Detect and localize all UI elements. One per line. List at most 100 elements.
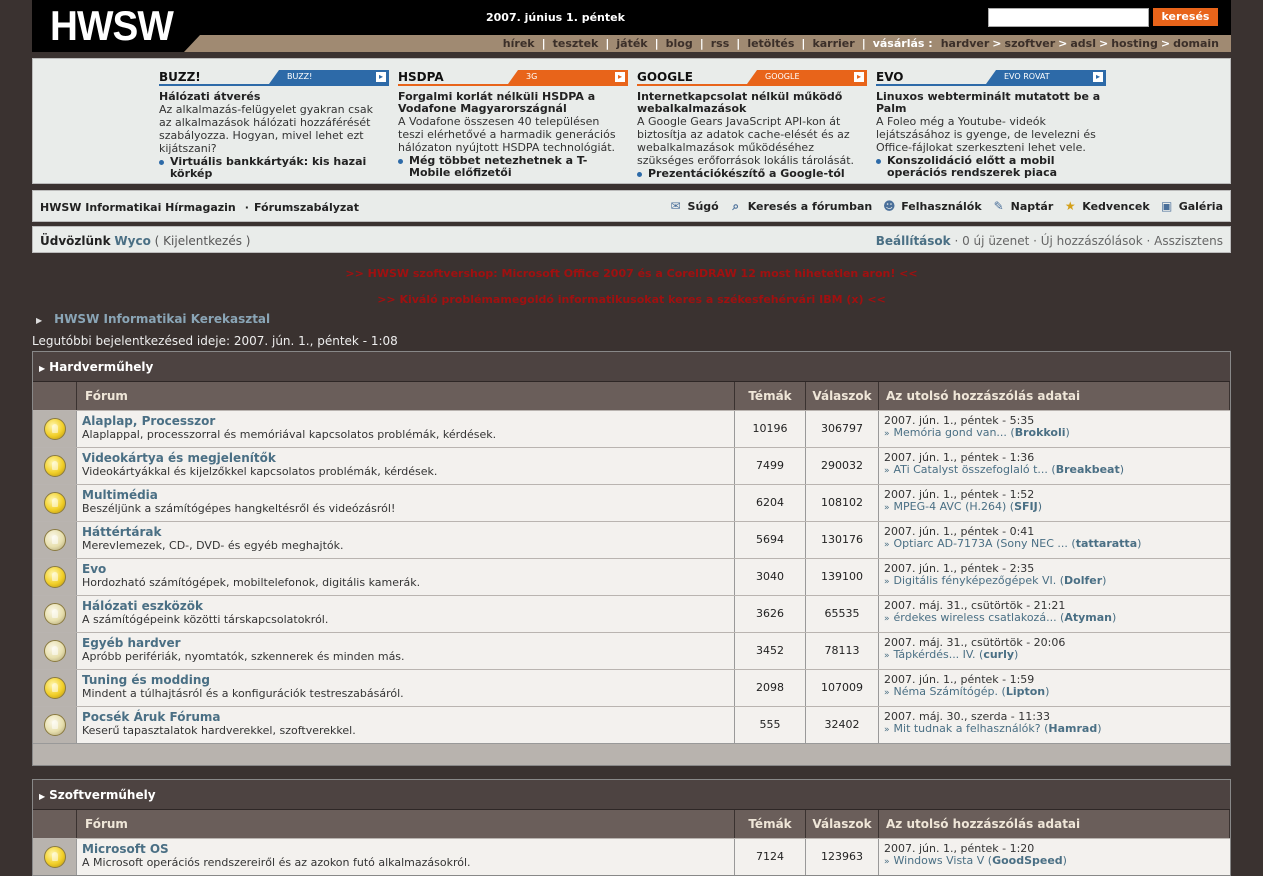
forum-name-link[interactable]: Pocsék Áruk Fóruma xyxy=(82,711,734,724)
news-column-title[interactable]: BUZZ! xyxy=(159,70,201,84)
triangle-icon: ▶ xyxy=(39,792,46,801)
news-headline[interactable]: Linuxos webterminált mutatott be a Palm xyxy=(876,91,1106,115)
shop-link[interactable]: szoftver xyxy=(1005,37,1056,50)
news-column-tag[interactable]: BUZZ! ▸ xyxy=(269,70,389,84)
help-link[interactable]: ✉ Súgó xyxy=(668,199,719,213)
shop-link[interactable]: adsl xyxy=(1070,37,1096,50)
news-column-header: GOOGLE GOOGLE ▸ xyxy=(637,70,867,86)
nav-link[interactable]: hírek xyxy=(503,37,535,50)
forum-description: Videokártyákkal és kijelzőkkel kapcsolat… xyxy=(82,465,438,478)
forum-name-link[interactable]: Háttértárak xyxy=(82,526,734,539)
forum-name-link[interactable]: Videokártya és megjelenítők xyxy=(82,452,734,465)
last-post-user-link[interactable]: Breakbeat xyxy=(1056,463,1120,476)
news-lead: A Google Gears JavaScript API-kon át biz… xyxy=(637,115,855,167)
news-related-link[interactable]: Virtuális bankkártyák: kis hazai körkép xyxy=(159,156,389,180)
nav-link[interactable]: letöltés xyxy=(747,37,794,50)
shop-link[interactable]: hardver xyxy=(941,37,990,50)
double-arrow-icon: » xyxy=(884,577,890,587)
nav-link[interactable]: tesztek xyxy=(553,37,599,50)
forum-name-link[interactable]: Microsoft OS xyxy=(82,843,734,856)
last-post-title-link[interactable]: Memória gond van... xyxy=(894,426,1007,439)
favorites-link[interactable]: ★ Kedvencek xyxy=(1062,199,1150,213)
users-icon: ☻ xyxy=(882,199,896,213)
nav-link[interactable]: játék xyxy=(616,37,647,50)
last-post-title-link[interactable]: Windows Vista V xyxy=(894,854,985,867)
last-post-user-link[interactable]: Atyman xyxy=(1064,611,1112,624)
news-column-tag[interactable]: 3G ▸ xyxy=(508,70,628,84)
help-icon: ✉ xyxy=(670,199,681,213)
last-post-title-link[interactable]: érdekes wireless csatlakozá... xyxy=(894,611,1057,624)
forum-name-link[interactable]: Tuning és modding xyxy=(82,674,734,687)
news-related-link[interactable]: Konszolidáció előtt a mobil operációs re… xyxy=(876,155,1106,179)
nav-link[interactable]: blog xyxy=(666,37,693,50)
last-post-title-link[interactable]: ATi Catalyst összefoglaló t... xyxy=(894,463,1048,476)
last-post-title-link[interactable]: Optiarc AD-7173A (Sony NEC ... xyxy=(894,537,1068,550)
news-headline[interactable]: Forgalmi korlát nélküli HSDPA a Vodafone… xyxy=(398,91,628,115)
section-header[interactable]: ▶ Hardverműhely xyxy=(33,352,1230,382)
topic-count: 7124 xyxy=(735,839,806,875)
last-post-title-link[interactable]: Digitális fényképezőgépek VI. xyxy=(894,574,1057,587)
forum-search-link[interactable]: ⌕ Keresés a fórumban xyxy=(728,199,872,213)
last-post-user-link[interactable]: Brokkoli xyxy=(1015,426,1066,439)
last-post-title-link[interactable]: Néma Számítógép. xyxy=(894,685,999,698)
last-post-user-link[interactable]: Dolfer xyxy=(1064,574,1102,587)
nav-link[interactable]: karrier xyxy=(812,37,854,50)
col-replies: Válaszok xyxy=(806,810,879,838)
lightbulb-icon xyxy=(43,455,66,477)
last-post-user-link[interactable]: curly xyxy=(983,648,1014,661)
news-related-link[interactable]: Még többet netezhetnek a T-Mobile előfiz… xyxy=(398,155,628,179)
username-link[interactable]: Wyco xyxy=(114,234,150,248)
lightbulb-icon xyxy=(43,677,66,699)
shop-link[interactable]: hosting xyxy=(1111,37,1158,50)
gallery-link[interactable]: ▣ Galéria xyxy=(1159,199,1223,213)
nav-link[interactable]: rss xyxy=(711,37,730,50)
news-column-tag[interactable]: EVO ROVAT ▸ xyxy=(986,70,1106,84)
news-column-title[interactable]: EVO xyxy=(876,70,903,84)
news-headline[interactable]: Internetkapcsolat nélkül működő webalkal… xyxy=(637,91,867,115)
header-search-input[interactable] xyxy=(988,8,1149,27)
calendar-link[interactable]: ✎ Naptár xyxy=(991,199,1054,213)
promo-link-job[interactable]: >> Kiváló problémamegoldó informatikusok… xyxy=(32,293,1231,306)
last-post-title-link[interactable]: MPEG-4 AVC (H.264) xyxy=(894,500,1007,513)
hwsw-magazine-link[interactable]: HWSW Informatikai Hírmagazin xyxy=(40,201,236,214)
forum-name-link[interactable]: Multimédia xyxy=(82,489,734,502)
assistant-link[interactable]: Asszisztens xyxy=(1154,234,1223,248)
header-date: 2007. június 1. péntek xyxy=(486,11,625,24)
forum-name-link[interactable]: Evo xyxy=(82,563,734,576)
last-post-title-link[interactable]: Mit tudnak a felhasználók? xyxy=(894,722,1041,735)
last-post-user-link[interactable]: Hamrad xyxy=(1048,722,1097,735)
news-column-title[interactable]: GOOGLE xyxy=(637,70,693,84)
new-messages-link[interactable]: 0 új üzenet xyxy=(962,234,1029,248)
shop-link[interactable]: domain xyxy=(1173,37,1219,50)
promo-link-shop[interactable]: >> HWSW szoftvershop: Microsoft Office 2… xyxy=(32,267,1231,280)
new-posts-link[interactable]: Új hozzászólások xyxy=(1041,234,1143,248)
magnifier-icon: ⌕ xyxy=(732,199,740,213)
last-post-user-link[interactable]: Lipton xyxy=(1006,685,1045,698)
double-arrow-icon: » xyxy=(884,651,890,661)
settings-link[interactable]: Beállítások xyxy=(876,234,951,248)
users-link[interactable]: ☻ Felhasználók xyxy=(881,199,982,213)
section-header[interactable]: ▶ Szoftverműhely xyxy=(33,780,1230,810)
last-post-user-link[interactable]: SFIJ xyxy=(1014,500,1038,513)
last-post-title-link[interactable]: Tápkérdés... IV. xyxy=(894,648,976,661)
forum-name-link[interactable]: Egyéb hardver xyxy=(82,637,734,650)
news-related-link[interactable]: Prezentációkészítő a Google-tól xyxy=(637,168,867,180)
news-column-title[interactable]: HSDPA xyxy=(398,70,444,84)
news-headline[interactable]: Hálózati átverés xyxy=(159,91,389,103)
forum-name-link[interactable]: Hálózati eszközök xyxy=(82,600,734,613)
news-column-header: HSDPA 3G ▸ xyxy=(398,70,628,86)
forum-description: Mindent a túlhajtásról és a konfiguráció… xyxy=(82,687,404,700)
header-search-button[interactable]: keresés xyxy=(1153,8,1218,26)
forum-description: A Microsoft operációs rendszereiről és a… xyxy=(82,856,471,869)
nav-links: hírek | tesztek | játék | blog | rss | letöltés | ka… xyxy=(502,37,1219,50)
table-row: Alaplap, Processzor Alaplappal, processz… xyxy=(33,410,1230,447)
forum-rules-link[interactable]: Fórumszabályzat xyxy=(254,201,359,214)
last-post-user-link[interactable]: GoodSpeed xyxy=(992,854,1063,867)
last-post-user-link[interactable]: tattaratta xyxy=(1076,537,1137,550)
breadcrumb[interactable]: ▶ HWSW Informatikai Kerekasztal xyxy=(36,312,270,326)
logout-link[interactable]: Kijelentkezés xyxy=(163,234,242,248)
news-column: HSDPA 3G ▸ Forgalmi korlát nélküli HSDPA … xyxy=(398,70,628,179)
forum-name-link[interactable]: Alaplap, Processzor xyxy=(82,415,734,428)
reply-count: 306797 xyxy=(806,411,879,447)
news-column-tag[interactable]: GOOGLE ▸ xyxy=(747,70,867,84)
